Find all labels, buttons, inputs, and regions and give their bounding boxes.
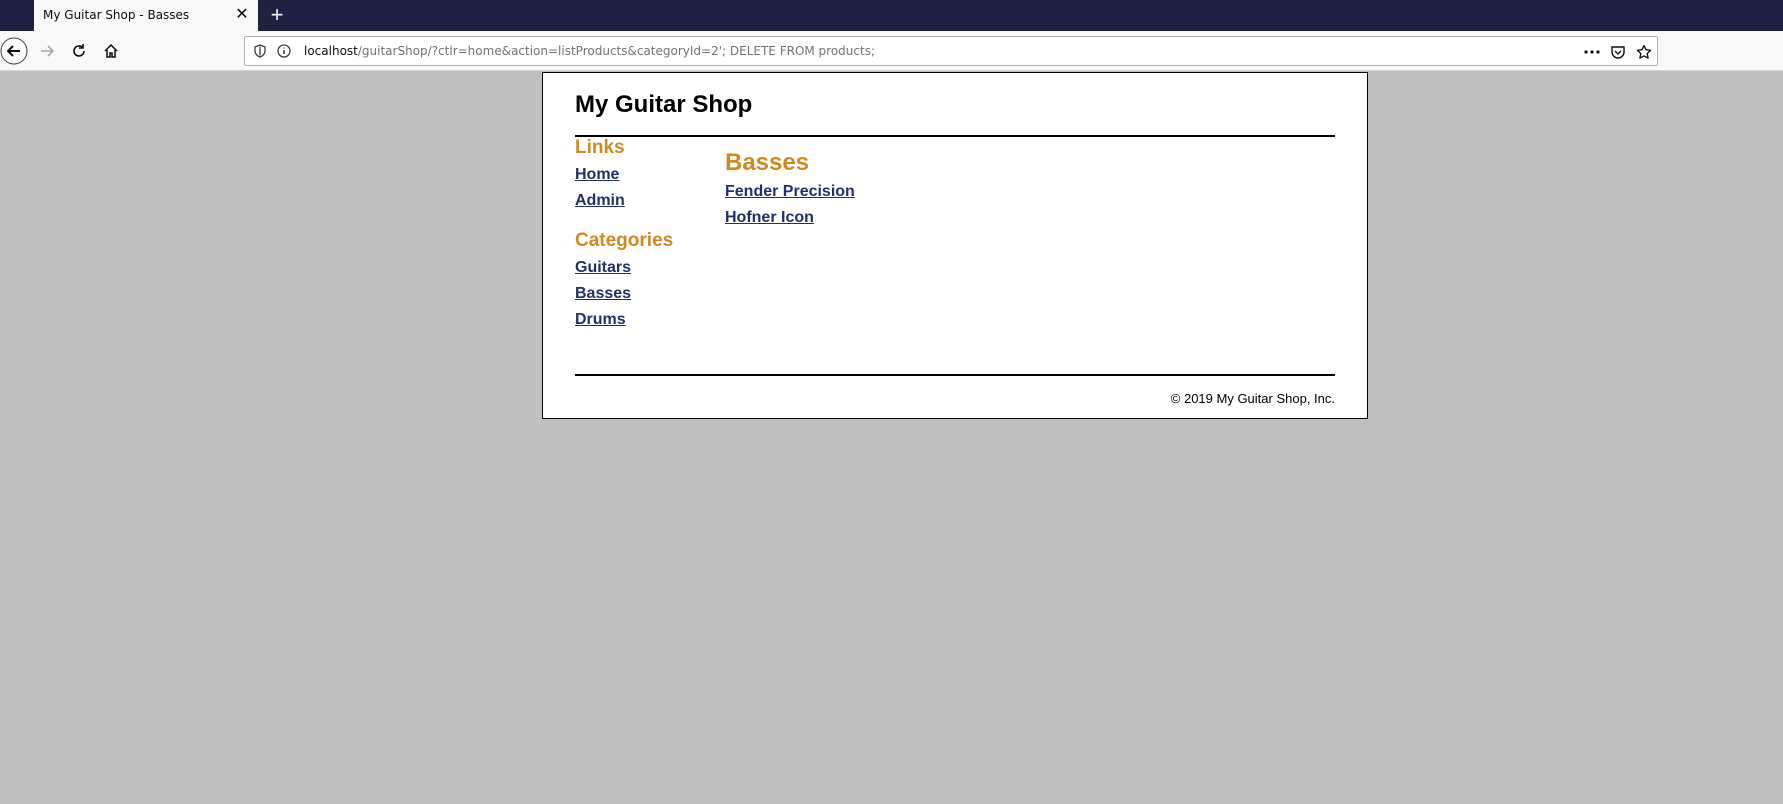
- category-link-guitars[interactable]: Guitars: [575, 259, 631, 277]
- category-link-drums[interactable]: Drums: [575, 311, 626, 329]
- page-actions-menu-icon[interactable]: [1583, 43, 1601, 61]
- browser-nav-bar: localhost/guitarShop/?ctlr=home&action=l…: [0, 31, 1783, 71]
- back-button[interactable]: [0, 37, 28, 65]
- footer-copyright: © 2019 My Guitar Shop, Inc.: [1170, 391, 1335, 406]
- site-title: My Guitar Shop: [575, 91, 753, 118]
- forward-arrow-icon: [41, 45, 55, 57]
- bookmark-star-icon[interactable]: [1635, 43, 1653, 61]
- url-bar[interactable]: localhost/guitarShop/?ctlr=home&action=l…: [244, 36, 1658, 66]
- browser-tab[interactable]: My Guitar Shop - Basses ✕: [34, 0, 258, 31]
- links-heading: Links: [575, 137, 625, 158]
- home-icon: [104, 43, 118, 58]
- sidebar-link-admin[interactable]: Admin: [575, 192, 625, 210]
- site-info-icon[interactable]: [276, 43, 292, 59]
- browser-tab-bar: My Guitar Shop - Basses ✕ +: [0, 0, 1783, 31]
- category-heading: Basses: [725, 149, 810, 176]
- close-tab-icon[interactable]: ✕: [232, 4, 252, 24]
- forward-button[interactable]: [33, 37, 61, 65]
- footer-divider: [575, 374, 1335, 376]
- tracking-protection-shield-icon[interactable]: [252, 43, 268, 59]
- page-container: My Guitar Shop Links Home Admin Categori…: [542, 72, 1368, 419]
- new-tab-icon[interactable]: +: [264, 2, 290, 28]
- sidebar-link-home[interactable]: Home: [575, 166, 619, 184]
- reload-button[interactable]: [65, 37, 93, 65]
- product-link[interactable]: Fender Precision: [725, 183, 855, 201]
- reload-icon: [73, 44, 85, 57]
- product-link[interactable]: Hofner Icon: [725, 209, 814, 227]
- header-divider: [575, 135, 1335, 137]
- tab-title: My Guitar Shop - Basses: [43, 8, 190, 22]
- url-path: /guitarShop/?ctlr=home&action=listProduc…: [357, 44, 876, 58]
- url-text[interactable]: localhost/guitarShop/?ctlr=home&action=l…: [304, 44, 875, 58]
- category-link-basses[interactable]: Basses: [575, 285, 631, 303]
- back-arrow-icon: [0, 37, 28, 65]
- categories-heading: Categories: [575, 230, 674, 251]
- home-button[interactable]: [97, 37, 125, 65]
- url-host: localhost: [304, 44, 358, 58]
- pocket-icon[interactable]: [1609, 43, 1627, 61]
